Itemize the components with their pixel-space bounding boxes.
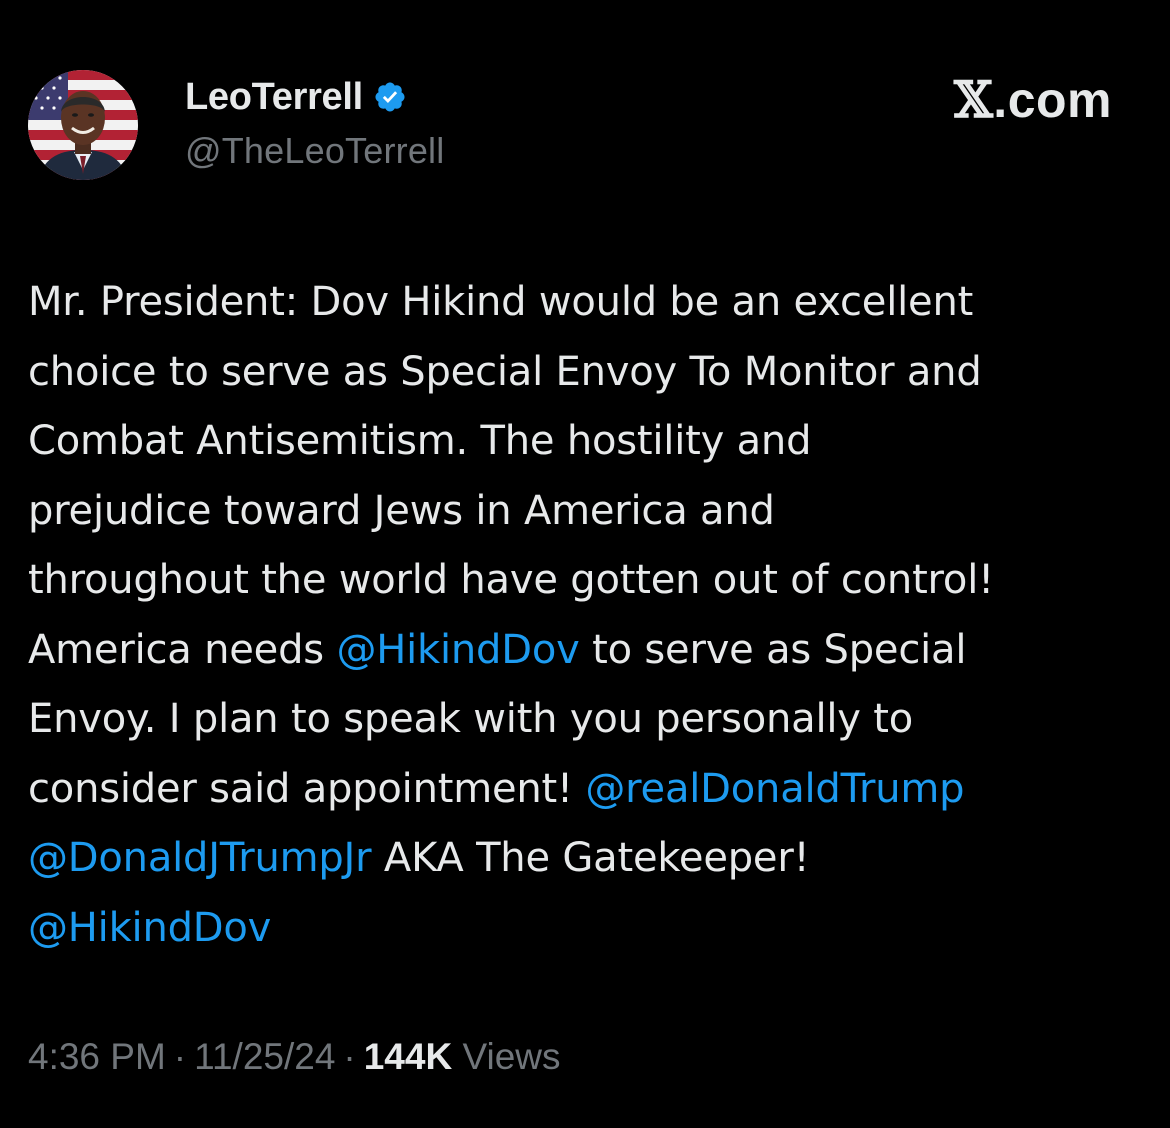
mention-link[interactable]: @HikindDov [336, 627, 579, 673]
tweet-text-segment: America needs [28, 626, 337, 673]
tweet-text: Mr. President: Dov Hikind would be an ex… [28, 268, 1138, 963]
tweet-text-line: Mr. President: Dov Hikind would be an ex… [28, 268, 1138, 338]
tweet-text-line: @HikindDov [28, 894, 1138, 964]
mention-link[interactable]: @HikindDov [28, 905, 271, 951]
tweet-text-line: Combat Antisemitism. The hostility and [28, 407, 1138, 477]
author-name-row: LeoTerrell [185, 74, 745, 120]
tweet-text-line: throughout the world have gotten out of … [28, 546, 1138, 616]
tweet-text-segment: throughout the world have gotten out of … [28, 557, 994, 603]
meta-separator: · [173, 1036, 187, 1077]
tweet-text-line: @DonaldJTrumpJr AKA The Gatekeeper! [28, 824, 1138, 894]
tweet-text-segment: prejudice toward Jews in America and [28, 487, 775, 534]
mention-link[interactable]: @realDonaldTrump [585, 766, 964, 812]
tweet-text-segment: to serve as Special [579, 626, 967, 673]
tweet-text-segment: Combat Antisemitism. The hostility and [28, 418, 812, 464]
tweet-date[interactable]: 11/25/24 [194, 1036, 335, 1077]
tweet-card: LeoTerrell @TheLeoTerrell 𝕏.com Mr. Pres… [0, 0, 1170, 1128]
watermark-suffix: .com [993, 72, 1112, 128]
tweet-text-segment: choice to serve as Special Envoy To Moni… [28, 348, 982, 395]
tweet-text-line: prejudice toward Jews in America and [28, 477, 1138, 547]
views-count: 144K [363, 1036, 453, 1077]
tweet-text-segment: AKA The Gatekeeper! [371, 835, 810, 881]
avatar[interactable] [28, 70, 138, 180]
meta-separator: · [343, 1036, 356, 1077]
mention-link[interactable]: @DonaldJTrumpJr [28, 835, 372, 881]
verified-badge-icon [373, 80, 407, 114]
views-label: Views [462, 1036, 561, 1077]
avatar-image [28, 70, 138, 180]
author-display-name[interactable]: LeoTerrell [185, 76, 363, 119]
tweet-text-line: choice to serve as Special Envoy To Moni… [28, 338, 1138, 408]
x-com-watermark: 𝕏.com [954, 70, 1112, 129]
tweet-text-line: consider said appointment! @realDonaldTr… [28, 755, 1138, 825]
author-identity: LeoTerrell @TheLeoTerrell [185, 74, 745, 172]
tweet-text-segment: Envoy. I plan to speak with you personal… [28, 696, 914, 742]
tweet-text-line: America needs @HikindDov to serve as Spe… [28, 616, 1138, 686]
tweet-time[interactable]: 4:36 PM [28, 1036, 166, 1077]
tweet-metadata: 4:36 PM · 11/25/24 · 144K Views [28, 1036, 561, 1078]
tweet-text-line: Envoy. I plan to speak with you personal… [28, 685, 1138, 755]
tweet-text-segment: consider said appointment! [28, 765, 586, 812]
author-handle[interactable]: @TheLeoTerrell [185, 130, 745, 172]
tweet-text-segment: Mr. President: Dov Hikind would be an ex… [28, 279, 974, 325]
x-logo-glyph: 𝕏 [954, 70, 994, 129]
